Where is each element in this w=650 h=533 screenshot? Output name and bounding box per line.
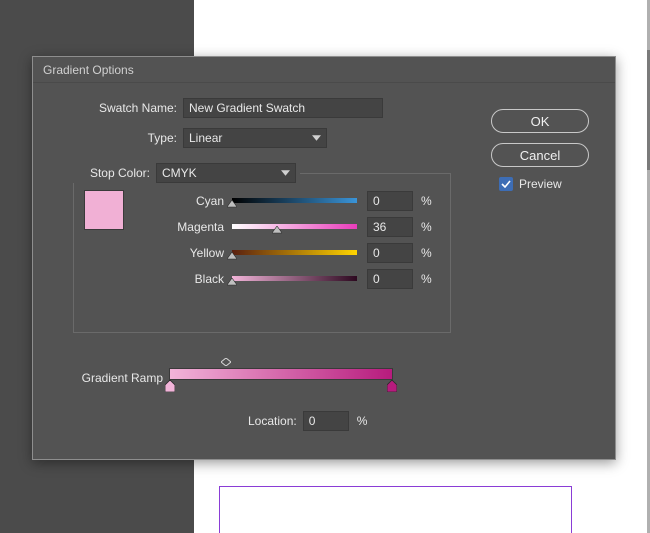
percent-sign: % bbox=[421, 272, 432, 286]
chevron-down-icon bbox=[281, 170, 290, 176]
gradient-ramp-label: Gradient Ramp bbox=[73, 365, 169, 385]
gradient-ramp-area: Gradient Ramp Location: % bbox=[73, 365, 451, 431]
magenta-slider[interactable] bbox=[232, 222, 357, 232]
chevron-down-icon bbox=[312, 135, 321, 141]
percent-sign: % bbox=[421, 220, 432, 234]
midpoint-diamond-icon[interactable] bbox=[221, 358, 231, 366]
gradient-options-dialog: Gradient Options Swatch Name: Type: Line… bbox=[32, 56, 616, 460]
black-input[interactable] bbox=[367, 269, 413, 289]
check-icon bbox=[501, 180, 511, 188]
swatch-name-label: Swatch Name: bbox=[33, 101, 183, 115]
ok-button-label: OK bbox=[531, 114, 550, 129]
dialog-title: Gradient Options bbox=[43, 63, 134, 77]
dialog-titlebar[interactable]: Gradient Options bbox=[33, 57, 615, 83]
slider-thumb-icon[interactable] bbox=[227, 278, 237, 288]
yellow-label: Yellow bbox=[124, 246, 232, 260]
cancel-button[interactable]: Cancel bbox=[491, 143, 589, 167]
cyan-input[interactable] bbox=[367, 191, 413, 211]
stop-color-dropdown[interactable]: CMYK bbox=[156, 163, 296, 183]
preview-checkbox[interactable] bbox=[499, 177, 513, 191]
percent-sign: % bbox=[421, 246, 432, 260]
magenta-label: Magenta bbox=[124, 220, 232, 234]
gradient-stop-left[interactable] bbox=[165, 380, 175, 392]
swatch-name-input[interactable] bbox=[183, 98, 383, 118]
cancel-button-label: Cancel bbox=[520, 148, 560, 163]
color-swatch-preview bbox=[84, 190, 124, 230]
preview-label: Preview bbox=[519, 177, 562, 191]
document-frame bbox=[219, 486, 572, 533]
slider-thumb-icon[interactable] bbox=[227, 252, 237, 262]
ok-button[interactable]: OK bbox=[491, 109, 589, 133]
stop-color-label: Stop Color: bbox=[76, 166, 156, 180]
percent-sign: % bbox=[357, 414, 368, 428]
black-label: Black bbox=[124, 272, 232, 286]
stop-color-value: CMYK bbox=[162, 166, 197, 180]
location-label: Location: bbox=[248, 414, 303, 428]
black-slider[interactable] bbox=[232, 274, 357, 284]
stop-color-group: Stop Color: CMYK Cyan bbox=[73, 173, 451, 333]
percent-sign: % bbox=[421, 194, 432, 208]
slider-thumb-icon[interactable] bbox=[272, 226, 282, 236]
type-dropdown[interactable]: Linear bbox=[183, 128, 327, 148]
cyan-slider[interactable] bbox=[232, 196, 357, 206]
gradient-ramp[interactable] bbox=[169, 365, 393, 393]
gradient-ramp-bar[interactable] bbox=[169, 368, 393, 380]
type-value: Linear bbox=[189, 131, 222, 145]
gradient-stop-right[interactable] bbox=[387, 380, 397, 392]
location-input[interactable] bbox=[303, 411, 349, 431]
magenta-input[interactable] bbox=[367, 217, 413, 237]
yellow-slider[interactable] bbox=[232, 248, 357, 258]
slider-thumb-icon[interactable] bbox=[227, 200, 237, 210]
cyan-label: Cyan bbox=[124, 194, 232, 208]
type-label: Type: bbox=[33, 131, 183, 145]
yellow-input[interactable] bbox=[367, 243, 413, 263]
